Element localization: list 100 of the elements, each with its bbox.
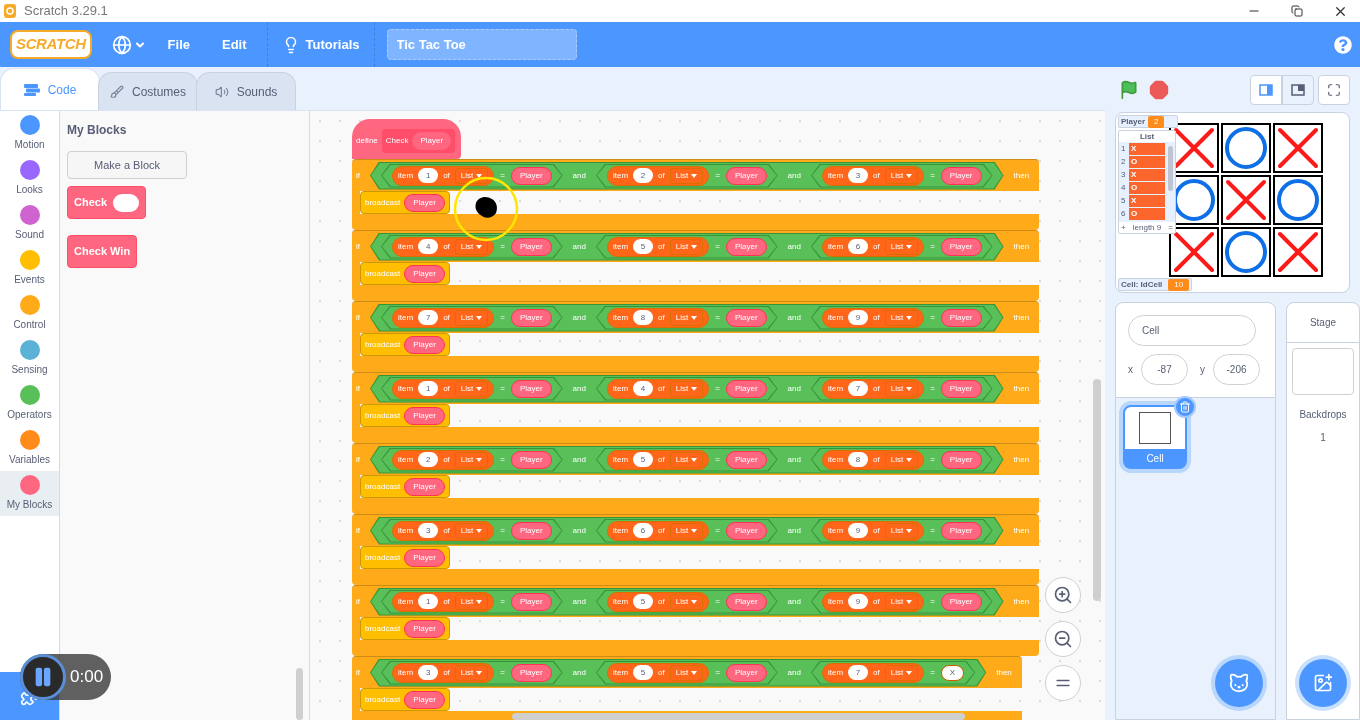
list-dropdown[interactable]: List (669, 309, 704, 326)
list-dropdown[interactable]: List (454, 522, 489, 539)
player-reporter[interactable]: Player (510, 521, 552, 540)
resize-handle[interactable]: = (1168, 221, 1173, 233)
editor-tab[interactable]: Sounds (196, 72, 296, 110)
index-input[interactable]: 5 (633, 452, 654, 467)
player-reporter[interactable]: Player (510, 379, 552, 398)
index-input[interactable]: 3 (418, 665, 439, 680)
editor-tab[interactable]: Code (0, 68, 100, 110)
if-block[interactable]: if item 1 of List = Player and item 4 of List = Player and item 7 of List = Player then (352, 372, 1040, 404)
player-reporter[interactable]: Player (725, 379, 767, 398)
player-reporter[interactable]: Player (510, 166, 552, 185)
index-input[interactable]: 1 (418, 381, 439, 396)
full-screen-button[interactable] (1318, 74, 1350, 105)
index-input[interactable]: 4 (633, 381, 654, 396)
player-reporter[interactable]: Player (940, 237, 982, 256)
message-reporter[interactable]: Player (404, 619, 445, 638)
add-item-button[interactable]: + (1121, 221, 1126, 233)
player-reporter[interactable]: Player (725, 450, 767, 469)
index-input[interactable]: 2 (633, 168, 654, 183)
pause-button[interactable] (20, 654, 66, 700)
list-dropdown[interactable]: List (454, 238, 489, 255)
define-block[interactable]: define Check Player (352, 119, 462, 159)
zoom-in-button[interactable] (1045, 577, 1081, 613)
category-item[interactable]: Sound (0, 201, 59, 246)
index-input[interactable]: 4 (418, 239, 439, 254)
zoom-out-button[interactable] (1045, 621, 1081, 657)
list-dropdown[interactable]: List (669, 664, 704, 681)
make-a-block-button[interactable]: Make a Block (67, 151, 187, 179)
player-reporter[interactable]: Player (940, 308, 982, 327)
list-dropdown[interactable]: List (454, 593, 489, 610)
index-input[interactable]: 7 (848, 381, 869, 396)
if-block[interactable]: if item 7 of List = Player and item 8 of List = Player and item 9 of List = Player then (352, 301, 1040, 333)
list-dropdown[interactable]: List (454, 167, 489, 184)
index-input[interactable]: 7 (418, 310, 439, 325)
scrollbar[interactable] (1093, 379, 1101, 601)
message-reporter[interactable]: Player (404, 335, 445, 354)
index-input[interactable]: 9 (848, 594, 869, 609)
value-input[interactable]: X (940, 664, 965, 681)
list-dropdown[interactable]: List (884, 238, 919, 255)
reset-zoom-button[interactable] (1045, 665, 1081, 701)
index-input[interactable]: 5 (633, 239, 654, 254)
broadcast-block[interactable]: broadcast Player (360, 333, 450, 356)
message-reporter[interactable]: Player (404, 690, 445, 709)
player-reporter[interactable]: Player (510, 663, 552, 682)
broadcast-block[interactable]: broadcast Player (360, 688, 450, 711)
list-dropdown[interactable]: List (669, 167, 704, 184)
list-dropdown[interactable]: List (454, 309, 489, 326)
message-reporter[interactable]: Player (404, 193, 445, 212)
list-dropdown[interactable]: List (884, 664, 919, 681)
y-field[interactable]: -206 (1213, 354, 1260, 385)
player-reporter[interactable]: Player (725, 237, 767, 256)
list-dropdown[interactable]: List (669, 380, 704, 397)
player-reporter[interactable]: Player (725, 521, 767, 540)
category-item[interactable]: Events (0, 246, 59, 291)
project-title-field[interactable]: Tic Tac Toe (386, 29, 577, 60)
list-dropdown[interactable]: List (884, 593, 919, 610)
flag-icon[interactable] (1119, 79, 1139, 100)
list-dropdown[interactable]: List (884, 451, 919, 468)
category-item[interactable]: Looks (0, 156, 59, 201)
index-input[interactable]: 1 (418, 594, 439, 609)
player-reporter[interactable]: Player (510, 237, 552, 256)
player-reporter[interactable]: Player (510, 450, 552, 469)
index-input[interactable]: 2 (418, 452, 439, 467)
player-reporter[interactable]: Player (940, 166, 982, 185)
scrollbar[interactable] (512, 713, 965, 720)
stop-icon[interactable] (1149, 79, 1169, 100)
if-block[interactable]: if item 1 of List = Player and item 5 of List = Player and item 9 of List = Player then (352, 585, 1040, 617)
index-input[interactable]: 8 (848, 452, 869, 467)
choose-backdrop-button[interactable] (1299, 659, 1347, 707)
menu-item[interactable]: Edit (222, 34, 247, 55)
broadcast-block[interactable]: broadcast Player (360, 475, 450, 498)
player-reporter[interactable]: Player (510, 308, 552, 327)
category-item[interactable]: Control (0, 291, 59, 336)
if-block[interactable]: if item 4 of List = Player and item 5 of List = Player and item 6 of List = Player then (352, 230, 1040, 262)
category-item[interactable]: Motion (0, 111, 59, 156)
param-reporter[interactable]: Player (412, 132, 452, 150)
player-reporter[interactable]: Player (725, 663, 767, 682)
small-stage-button[interactable] (1250, 74, 1282, 105)
index-input[interactable]: 3 (418, 523, 439, 538)
list-dropdown[interactable]: List (884, 380, 919, 397)
editor-tab[interactable]: Costumes (98, 72, 198, 110)
index-input[interactable]: 9 (848, 523, 869, 538)
large-stage-button[interactable] (1282, 74, 1314, 105)
index-input[interactable]: 7 (848, 665, 869, 680)
sprite-tile[interactable]: Cell (1123, 405, 1187, 469)
custom-block[interactable]: Check (67, 186, 147, 219)
if-block[interactable]: if item 3 of List = Player and item 5 of List = Player and item 7 of List = X then (352, 656, 1022, 688)
list-dropdown[interactable]: List (669, 451, 704, 468)
if-block[interactable]: if item 1 of List = Player and item 2 of List = Player and item 3 of List = Player then (352, 159, 1040, 191)
list-dropdown[interactable]: List (454, 451, 489, 468)
list-dropdown[interactable]: List (669, 522, 704, 539)
player-reporter[interactable]: Player (725, 166, 767, 185)
x-field[interactable]: -87 (1141, 354, 1188, 385)
scratch-logo[interactable]: SCRATCH (10, 30, 92, 59)
player-reporter[interactable]: Player (725, 592, 767, 611)
if-block[interactable]: if item 3 of List = Player and item 6 of List = Player and item 9 of List = Player then (352, 514, 1040, 546)
list-dropdown[interactable]: List (884, 309, 919, 326)
sprite-name-field[interactable]: Cell (1128, 315, 1256, 346)
help-icon[interactable] (1334, 35, 1352, 54)
